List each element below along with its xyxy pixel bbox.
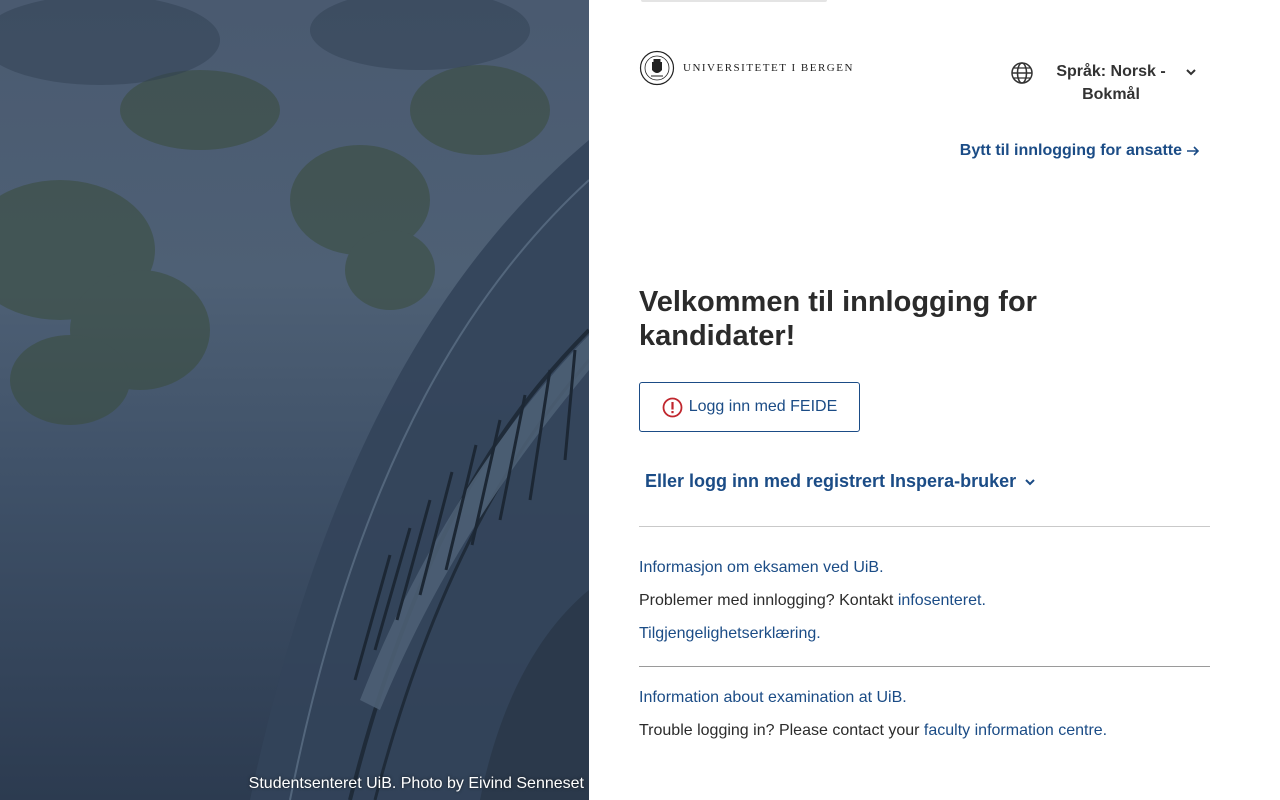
exam-info-suffix-en: . [902, 689, 907, 706]
building-illustration [0, 0, 589, 800]
alert-circle-icon [662, 397, 683, 417]
staff-login-link[interactable]: Bytt til innlogging for ansatte [960, 142, 1200, 160]
faculty-info-link[interactable]: faculty information centre [924, 722, 1103, 739]
trouble-text: Trouble logging in? Please contact your [639, 722, 924, 739]
staff-login-label: Bytt til innlogging for ansatte [959, 142, 1182, 159]
login-problems-line-no: Problemer med innlogging? Kontakt infose… [639, 592, 986, 610]
exam-info-link-no[interactable]: Informasjon om eksamen ved UiB [639, 559, 879, 576]
arrow-right-icon [1187, 146, 1200, 156]
inspera-toggle-label: Eller logg inn med registrert Inspera-br… [645, 471, 1017, 491]
divider [639, 666, 1210, 667]
background-photo: Studentsenteret UiB. Photo by Eivind Sen… [0, 0, 589, 800]
photo-caption: Studentsenteret UiB. Photo by Eivind Sen… [248, 775, 584, 792]
accessibility-suffix: . [816, 625, 821, 642]
trouble-line-en: Trouble logging in? Please contact your … [639, 722, 1107, 740]
trouble-suffix: . [1102, 722, 1108, 739]
chevron-down-icon [1025, 478, 1035, 485]
uib-logo[interactable]: UNIVERSITETET I BERGEN [639, 50, 854, 86]
exam-info-suffix-no: . [879, 559, 884, 576]
chevron-down-icon [1186, 69, 1196, 76]
exam-info-link-en[interactable]: Information about examination at UiB [639, 689, 902, 706]
problems-suffix: . [981, 592, 986, 609]
feide-login-button[interactable]: Logg inn med FEIDE [639, 382, 860, 432]
language-label: Språk: Norsk - Bokmål [1056, 63, 1166, 103]
globe-icon [1011, 62, 1033, 84]
top-tab-edge [641, 0, 827, 2]
welcome-heading: Velkommen til innlogging for kandidater! [639, 286, 1037, 352]
university-seal-icon [639, 50, 675, 86]
accessibility-line: Tilgjengelighetserklæring. [639, 625, 821, 643]
exam-info-line-no: Informasjon om eksamen ved UiB. [639, 559, 884, 577]
problems-text: Problemer med innlogging? Kontakt [639, 592, 898, 609]
feide-button-label: Logg inn med FEIDE [688, 398, 838, 415]
logo-wordmark: UNIVERSITETET I BERGEN [683, 62, 854, 74]
infocenter-link[interactable]: infosenteret [898, 592, 982, 609]
exam-info-line-en: Information about examination at UiB. [639, 689, 907, 707]
accessibility-link[interactable]: Tilgjengelighetserklæring [639, 625, 816, 642]
login-panel: UNIVERSITETET I BERGEN Språk: Norsk - Bo… [589, 0, 1280, 800]
divider [639, 526, 1210, 527]
inspera-login-toggle[interactable]: Eller logg inn med registrert Inspera-br… [645, 471, 1036, 492]
language-selector[interactable]: Språk: Norsk - Bokmål [1010, 60, 1202, 108]
